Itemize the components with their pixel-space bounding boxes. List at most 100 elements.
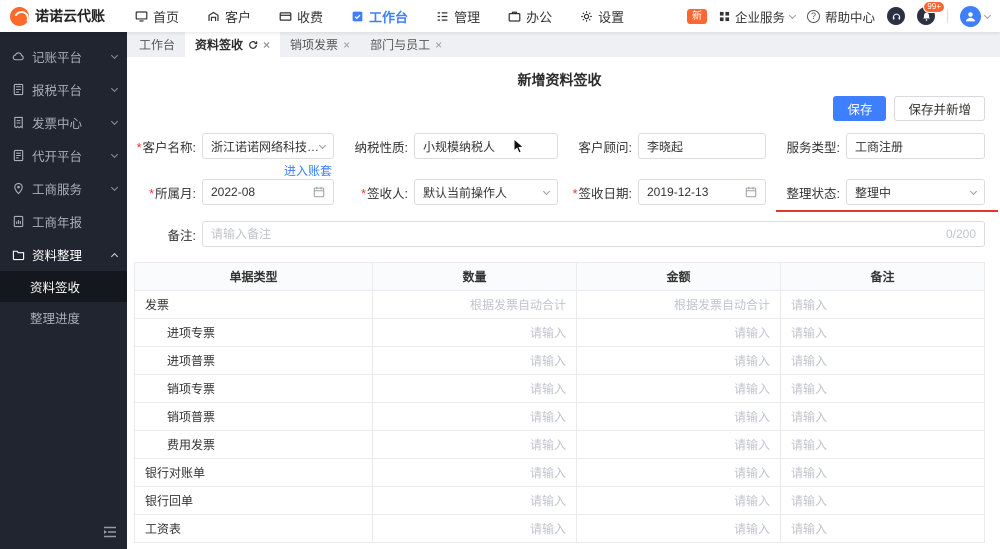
amount-cell[interactable]: 请输入 xyxy=(577,515,781,543)
quantity-cell[interactable]: 请输入 xyxy=(373,319,577,347)
quantity-cell[interactable]: 请输入 xyxy=(373,431,577,459)
quantity-cell[interactable]: 请输入 xyxy=(373,403,577,431)
quantity-cell[interactable]: 请输入 xyxy=(373,459,577,487)
nav-home-label: 首页 xyxy=(153,7,179,26)
close-icon[interactable]: × xyxy=(263,39,270,51)
refresh-icon[interactable] xyxy=(248,40,258,50)
sidebar-item-bookkeeping[interactable]: 记账平台 xyxy=(0,40,127,73)
amount-cell[interactable]: 请输入 xyxy=(577,375,781,403)
table-row: 发票 根据发票自动合计 根据发票自动合计 请输入 xyxy=(135,291,985,319)
sidebar-subitem-progress[interactable]: 整理进度 xyxy=(0,302,127,333)
customer-advisor-field: 客户顾问: 李晓起 xyxy=(570,133,766,159)
table-header-row: 单据类型 数量 金额 备注 xyxy=(135,263,985,291)
remark-cell[interactable]: 请输入 xyxy=(781,375,985,403)
sidebar-item-label: 工商服务 xyxy=(32,179,82,198)
collapse-sidebar-icon xyxy=(103,526,117,538)
amount-cell[interactable]: 请输入 xyxy=(577,319,781,347)
nav-home[interactable]: 首页 xyxy=(121,0,193,32)
sidebar-subitem-data-sign[interactable]: 资料签收 xyxy=(0,271,127,302)
table-row: 银行对账单 请输入 请输入 请输入 xyxy=(135,459,985,487)
month-datepicker[interactable]: 2022-08 xyxy=(202,179,334,205)
chevron-down-icon xyxy=(111,151,118,158)
notification-count-badge: 99+ xyxy=(923,1,945,13)
doc-type: 银行对账单 xyxy=(135,459,373,487)
customer-name-select[interactable]: 浙江诺诺网络科技有... xyxy=(202,133,334,159)
quantity-cell[interactable]: 请输入 xyxy=(373,375,577,403)
remark-cell[interactable]: 请输入 xyxy=(781,347,985,375)
tab-workbench[interactable]: 工作台 xyxy=(129,32,185,57)
table-row: 进项普票 请输入 请输入 请输入 xyxy=(135,347,985,375)
tab-dept-staff[interactable]: 部门与员工 × xyxy=(360,32,452,57)
nav-office[interactable]: 办公 xyxy=(494,0,566,32)
nav-customers[interactable]: 客户 xyxy=(193,0,265,32)
amount-cell[interactable]: 请输入 xyxy=(577,431,781,459)
tab-sales-invoice[interactable]: 销项发票 × xyxy=(280,32,360,57)
divider xyxy=(947,9,948,23)
sidebar-item-tax[interactable]: 报税平台 xyxy=(0,73,127,106)
chevron-down-icon xyxy=(111,184,118,191)
amount-cell[interactable]: 请输入 xyxy=(577,459,781,487)
invoice-icon xyxy=(12,116,25,129)
nav-settings-label: 设置 xyxy=(598,7,624,26)
remark-cell[interactable]: 请输入 xyxy=(781,319,985,347)
customer-advisor-input[interactable]: 李晓起 xyxy=(638,133,766,159)
collapse-sidebar-button[interactable] xyxy=(103,526,117,541)
sidebar-item-label: 报税平台 xyxy=(32,80,82,99)
nav-fees[interactable]: 收费 xyxy=(265,0,337,32)
amount-cell[interactable]: 请输入 xyxy=(577,347,781,375)
remark-cell[interactable]: 请输入 xyxy=(781,291,985,319)
service-type-input[interactable]: 工商注册 xyxy=(846,133,985,159)
remark-label: 备注: xyxy=(134,225,196,244)
nav-workbench[interactable]: 工作台 xyxy=(337,0,422,32)
sign-date-field: *签收日期: 2019-12-13 xyxy=(570,179,766,205)
sidebar-item-label: 代开平台 xyxy=(32,146,82,165)
app-root: 诺诺云代账 首页 客户 收费 工作台 管理 xyxy=(0,0,1000,549)
tab-label: 资料签收 xyxy=(195,36,243,53)
nav-settings[interactable]: 设置 xyxy=(566,0,638,32)
new-badge: 新 xyxy=(687,9,707,24)
chevron-down-icon xyxy=(984,11,991,18)
tax-nature-input[interactable]: 小规模纳税人 xyxy=(414,133,558,159)
save-and-new-button[interactable]: 保存并新增 xyxy=(894,96,985,121)
col-header-quantity: 数量 xyxy=(373,263,577,291)
quantity-cell[interactable]: 请输入 xyxy=(373,515,577,543)
amount-cell[interactable]: 请输入 xyxy=(577,487,781,515)
page-title: 新增资料签收 xyxy=(134,57,985,92)
remark-input[interactable] xyxy=(211,227,938,241)
organize-status-select[interactable]: 整理中 xyxy=(846,179,985,205)
sign-date-datepicker[interactable]: 2019-12-13 xyxy=(638,179,766,205)
sidebar-item-invoice-center[interactable]: 发票中心 xyxy=(0,106,127,139)
sidebar-item-business-service[interactable]: 工商服务 xyxy=(0,172,127,205)
quantity-cell[interactable]: 请输入 xyxy=(373,347,577,375)
nav-office-label: 办公 xyxy=(526,7,552,26)
remark-cell[interactable]: 请输入 xyxy=(781,403,985,431)
help-center-link[interactable]: ? 帮助中心 xyxy=(807,7,875,26)
amount-cell[interactable]: 请输入 xyxy=(577,403,781,431)
organize-status-label: 整理状态: xyxy=(778,183,840,202)
building-icon xyxy=(207,10,220,23)
notifications-button[interactable]: 99+ xyxy=(917,7,935,25)
tab-data-sign[interactable]: 资料签收 × xyxy=(185,32,280,57)
close-icon[interactable]: × xyxy=(435,39,442,51)
user-menu[interactable] xyxy=(960,6,990,27)
remark-cell[interactable]: 请输入 xyxy=(781,487,985,515)
sidebar: 记账平台 报税平台 发票中心 代开平台 工商服务 xyxy=(0,32,127,549)
nav-manage[interactable]: 管理 xyxy=(422,0,494,32)
brand-logo[interactable]: 诺诺云代账 xyxy=(0,6,121,26)
sidebar-item-data-organize[interactable]: 资料整理 xyxy=(0,238,127,271)
save-button[interactable]: 保存 xyxy=(833,96,886,121)
close-icon[interactable]: × xyxy=(343,39,350,51)
table-row: 销项普票 请输入 请输入 请输入 xyxy=(135,403,985,431)
remark-cell[interactable]: 请输入 xyxy=(781,515,985,543)
customer-service-button[interactable] xyxy=(887,7,905,25)
quantity-cell[interactable]: 请输入 xyxy=(373,487,577,515)
enter-account-link[interactable]: 进入账套 xyxy=(284,162,332,179)
signer-select[interactable]: 默认当前操作人 xyxy=(414,179,558,205)
enterprise-service-menu[interactable]: 企业服务 xyxy=(719,7,795,26)
chevron-down-icon xyxy=(111,52,118,59)
remark-cell[interactable]: 请输入 xyxy=(781,459,985,487)
help-center-label: 帮助中心 xyxy=(825,7,875,26)
remark-cell[interactable]: 请输入 xyxy=(781,431,985,459)
sidebar-item-annual-report[interactable]: 工商年报 xyxy=(0,205,127,238)
sidebar-item-issuing[interactable]: 代开平台 xyxy=(0,139,127,172)
